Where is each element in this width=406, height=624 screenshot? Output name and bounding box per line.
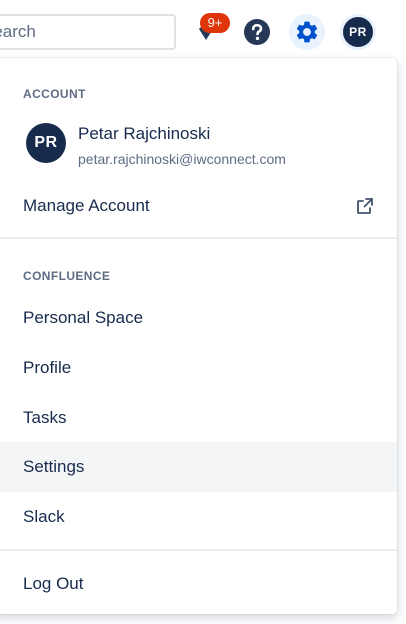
log-out-label: Log Out — [23, 574, 84, 593]
account-dropdown-menu: ACCOUNT PR Petar Rajchinoski petar.rajch… — [0, 58, 397, 614]
manage-account-label: Manage Account — [23, 196, 150, 215]
user-profile-summary: PR Petar Rajchinoski petar.rajchinoski@i… — [0, 120, 397, 172]
menu-item-profile[interactable]: Profile — [0, 343, 397, 393]
user-name: Petar Rajchinoski — [78, 124, 211, 143]
menu-divider — [0, 549, 397, 551]
confluence-page: 9+ PR ACCOUNT PR Petar Rajchinoski petar… — [0, 0, 406, 624]
notification-count-badge: 9+ — [200, 13, 230, 33]
menu-item-label: Slack — [23, 507, 65, 526]
external-link-icon — [357, 198, 373, 214]
menu-item-label: Settings — [23, 457, 85, 476]
settings-button[interactable] — [289, 14, 325, 50]
menu-item-slack[interactable]: Slack — [0, 492, 397, 542]
log-out-item[interactable]: Log Out — [0, 559, 397, 609]
menu-item-label: Tasks — [23, 408, 67, 427]
search-box[interactable] — [0, 14, 176, 50]
help-icon — [244, 19, 270, 45]
settings-gear-icon — [296, 21, 318, 43]
menu-divider — [0, 237, 397, 239]
menu-item-personal-space[interactable]: Personal Space — [0, 293, 397, 343]
menu-item-tasks[interactable]: Tasks — [0, 393, 397, 443]
menu-item-label: Profile — [23, 358, 72, 377]
menu-item-label: Personal Space — [23, 308, 144, 327]
top-navigation-bar: 9+ PR — [0, 0, 406, 64]
manage-account-item[interactable]: Manage Account — [0, 181, 397, 231]
user-email: petar.rajchinoski@iwconnect.com — [78, 151, 286, 167]
profile-avatar-button[interactable]: PR — [340, 14, 376, 50]
search-input[interactable] — [0, 22, 174, 42]
help-button[interactable] — [239, 14, 275, 50]
menu-item-settings[interactable]: Settings — [0, 442, 397, 492]
avatar: PR — [343, 17, 373, 47]
account-section-title: ACCOUNT — [23, 87, 86, 101]
user-avatar: PR — [26, 123, 66, 163]
confluence-section-title: CONFLUENCE — [23, 269, 111, 283]
